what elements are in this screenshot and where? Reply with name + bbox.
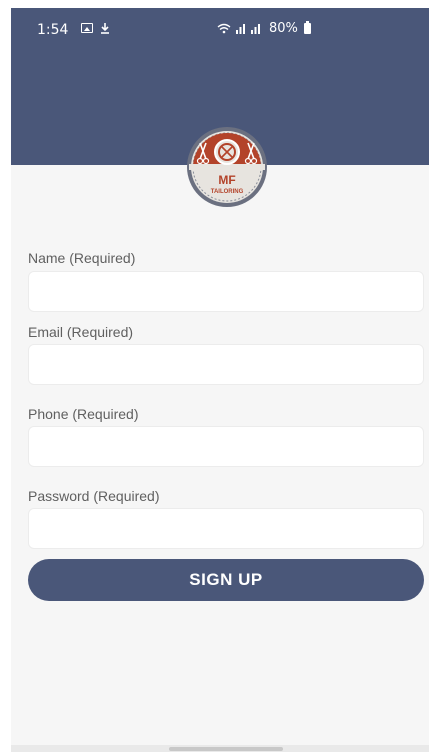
status-system-icons: 80% (217, 21, 311, 36)
app-screen: 1:54 80% MF TAILORING Name (Required) Em… (11, 8, 429, 752)
download-icon (101, 23, 109, 34)
name-label: Name (Required) (28, 250, 136, 266)
logo-text-main: MF (218, 173, 235, 187)
status-notification-icons (81, 22, 111, 34)
status-bar: 1:54 80% (11, 8, 429, 48)
navigation-bar (11, 745, 429, 752)
home-gesture-handle[interactable] (169, 747, 283, 751)
gallery-icon (81, 23, 93, 33)
battery-percent: 80% (269, 21, 298, 36)
wifi-icon (217, 23, 231, 34)
phone-label: Phone (Required) (28, 406, 139, 422)
password-field[interactable] (28, 508, 424, 549)
sign-up-button[interactable]: SIGN UP (28, 559, 424, 601)
password-label: Password (Required) (28, 488, 160, 504)
logo-text-sub: TAILORING (211, 189, 244, 195)
signal-icon (236, 24, 260, 34)
email-label: Email (Required) (28, 324, 134, 340)
phone-field[interactable] (28, 426, 424, 467)
status-time: 1:54 (37, 22, 69, 38)
email-field[interactable] (28, 344, 424, 385)
battery-icon (303, 21, 311, 34)
name-field[interactable] (28, 271, 424, 312)
mf-tailoring-logo: MF TAILORING (187, 127, 267, 207)
